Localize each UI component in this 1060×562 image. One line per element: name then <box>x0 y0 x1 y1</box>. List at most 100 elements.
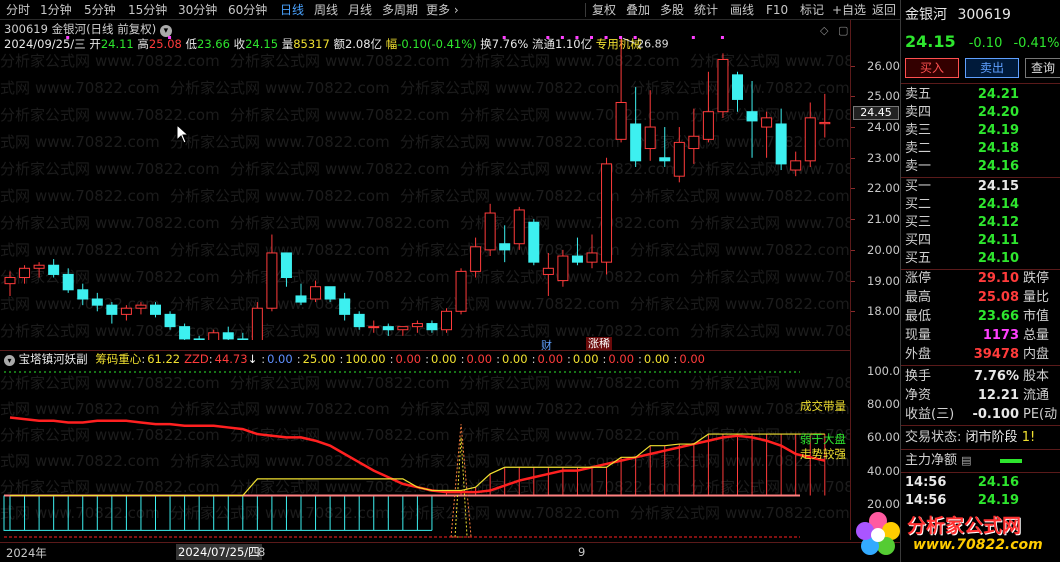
watermark-logo-url: www.70822.com <box>913 537 1043 553</box>
stat-row[interactable]: 外盘 39478 内盘 <box>905 346 1049 364</box>
bid-value: 24.10 <box>977 251 1019 266</box>
stat-row[interactable]: 涨停 29.10 跌停 <box>905 270 1049 288</box>
draw-button[interactable]: 画线 <box>730 2 754 18</box>
ask-row[interactable]: 卖三 24.19 <box>905 122 1019 140</box>
signal-dot <box>546 36 550 39</box>
sell-button[interactable]: 卖出 <box>965 58 1019 78</box>
bid-label: 买二 <box>905 197 932 212</box>
watermark-text: 分析家公式网 <box>690 374 780 392</box>
ask-row[interactable]: 卖一 24.16 <box>905 158 1019 176</box>
bid-row[interactable]: 买二 24.14 <box>905 196 1019 214</box>
chart-title: 300619 金银河(日线 前复权) ▾ <box>4 22 172 37</box>
ask-row[interactable]: 卖四 24.20 <box>905 104 1019 122</box>
indicator-settings-icon[interactable]: ▾ <box>4 355 15 366</box>
list-icon[interactable]: ▤ <box>961 454 971 467</box>
stat-row[interactable]: 最高 25.08 量比 <box>905 289 1049 307</box>
ask-row[interactable]: 卖五 24.21 <box>905 86 1019 104</box>
watermark-url: www.70822.com <box>785 374 850 392</box>
indicator-tick: 40.00 <box>867 463 900 478</box>
watermark-url: www.70822.com <box>35 133 160 151</box>
stat-row[interactable]: 最低 23.66 市值 <box>905 308 1049 326</box>
signal-dot <box>604 36 608 39</box>
overlay-button[interactable]: 叠加 <box>626 2 650 18</box>
price-tick: 22.00 <box>867 181 900 196</box>
tab-fenshi[interactable]: 分时 <box>6 2 30 18</box>
watermark-url: www.70822.com <box>555 426 680 444</box>
tab-30min[interactable]: 30分钟 <box>178 2 217 18</box>
chevron-right-icon: › <box>453 3 459 17</box>
stat2-row[interactable]: 换手 7.76% 股本 <box>905 368 1049 386</box>
watermark-url: www.70822.com <box>95 374 220 392</box>
current-price-tag: 24.45 <box>853 106 899 121</box>
stat2-row[interactable]: 收益(三) -0.100 PE(动 <box>905 406 1057 424</box>
stat2-tail: 股本 <box>1023 369 1050 384</box>
more-label: 更多 <box>426 3 451 17</box>
tab-monthly[interactable]: 月线 <box>348 2 372 18</box>
tab-1min[interactable]: 1分钟 <box>40 2 72 18</box>
bid-row[interactable]: 买三 24.12 <box>905 214 1019 232</box>
watermark-url: www.70822.com <box>555 160 680 178</box>
watermark-url: www.70822.com <box>725 241 850 259</box>
down-arrow-icon: ↓ <box>247 352 258 366</box>
f10-button[interactable]: F10 <box>766 2 788 18</box>
bid-row[interactable]: 买四 24.11 <box>905 232 1019 250</box>
watermark-url: www.70822.com <box>785 106 850 124</box>
multi-stock-button[interactable]: 多股 <box>660 2 684 18</box>
back-button[interactable]: 返回 <box>872 2 896 18</box>
tab-15min[interactable]: 15分钟 <box>128 2 167 18</box>
watermark-text: 分析家公式网 <box>0 214 90 232</box>
indicator-chart[interactable]: 分析家公式网 www.70822.com 分析家公式网 www.70822.com 分析… <box>0 366 850 541</box>
quote-panel: 金银河 300619 24.15 -0.10 -0.41% 买入 卖出 查询 卖… <box>856 0 1060 562</box>
kline-chart[interactable]: 分析家公式网 www.70822.com 分析家公式网 www.70822.com 分析… <box>0 36 850 340</box>
watermark-url: www.70822.com <box>555 214 680 232</box>
tab-weekly[interactable]: 周线 <box>314 2 338 18</box>
watermark-text: 分析家公式网 <box>230 478 320 496</box>
legend-label: 筹码重心 <box>95 352 142 366</box>
watermark-url: www.70822.com <box>495 504 620 522</box>
watermark-text: 分析家公式网 <box>0 187 30 205</box>
tab-daily[interactable]: 日线 <box>280 2 304 18</box>
watermark-text: 分析家公式网 <box>630 504 720 522</box>
watermark-url: www.70822.com <box>95 268 220 286</box>
tab-5min[interactable]: 5分钟 <box>84 2 116 18</box>
watermark-text: 分析家公式网 <box>690 214 780 232</box>
query-button[interactable]: 查询 <box>1025 58 1060 78</box>
buy-button[interactable]: 买入 <box>905 58 959 78</box>
bid-row[interactable]: 买一 24.15 <box>905 178 1019 196</box>
stat-tail: 跌停 <box>1023 271 1050 286</box>
watermark-text: 分析家公式网 <box>230 322 320 340</box>
watermark-text: 分析家公式网 <box>230 106 320 124</box>
watermark-url: www.70822.com <box>555 52 680 70</box>
tab-more[interactable]: 更多 › <box>426 2 459 18</box>
watermark-text: 分析家公式网 <box>690 268 780 286</box>
watermark-url: www.70822.com <box>785 478 850 496</box>
watermark-text: 分析家公式网 <box>230 160 320 178</box>
watermark-text: 分析家公式网 <box>0 241 30 259</box>
watermark-text: 分析家公式网 <box>630 241 720 259</box>
stat-row[interactable]: 现量 1173 总量 <box>905 327 1049 345</box>
ask-label: 卖一 <box>905 159 932 174</box>
watermark-text: 分析家公式网 <box>0 160 90 178</box>
watermark-text: 分析家公式网 <box>400 133 490 151</box>
legend-value: 25.00 <box>302 352 336 366</box>
ask-value: 24.20 <box>977 105 1019 120</box>
ask-row[interactable]: 卖二 24.18 <box>905 140 1019 158</box>
watermark-url: www.70822.com <box>325 160 450 178</box>
watermark-url: www.70822.com <box>325 106 450 124</box>
indicator-title[interactable]: 宝塔镇河妖副 <box>19 352 88 366</box>
watermark-text: 分析家公式网 <box>170 400 260 418</box>
candle <box>513 206 525 250</box>
add-watchlist-button[interactable]: +自选 <box>832 2 866 18</box>
tab-multi-period[interactable]: 多周期 <box>382 2 418 18</box>
stats-button[interactable]: 统计 <box>694 2 718 18</box>
date-axis: 2024年 2024/07/25/四 8 9 <box>0 542 900 562</box>
marker-zhangting[interactable]: 涨稀 <box>586 337 612 350</box>
signal-dot <box>633 36 637 39</box>
stat2-row[interactable]: 净资 12.21 流通 <box>905 387 1049 405</box>
tab-60min[interactable]: 60分钟 <box>228 2 267 18</box>
bid-row[interactable]: 买五 24.10 <box>905 250 1019 268</box>
mark-button[interactable]: 标记 <box>800 2 824 18</box>
fuquan-button[interactable]: 复权 <box>592 2 616 18</box>
candle <box>484 203 496 257</box>
watermark-url: www.70822.com <box>95 106 220 124</box>
